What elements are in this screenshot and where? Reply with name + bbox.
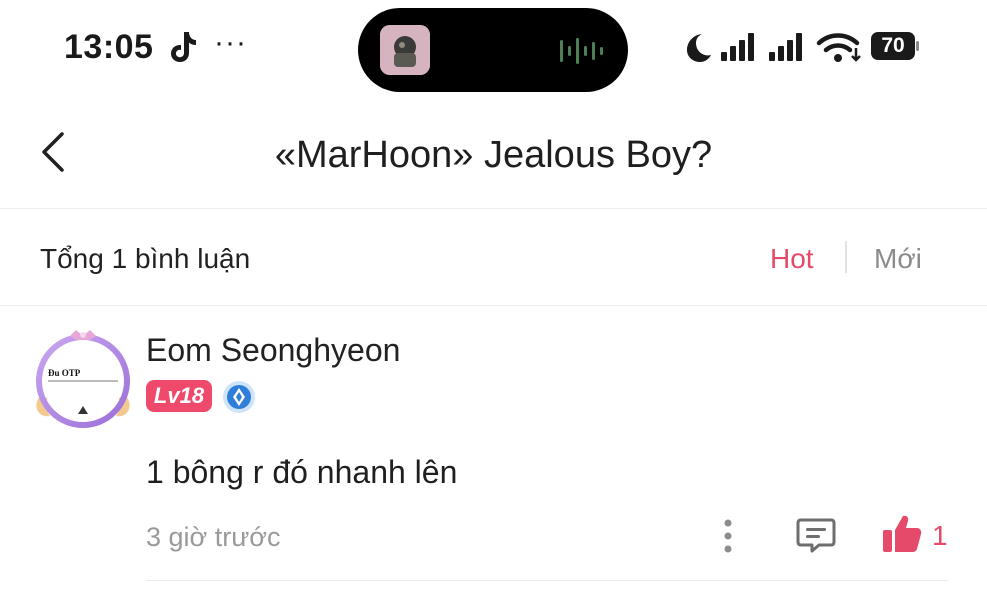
comment-divider bbox=[146, 580, 948, 581]
verified-badge-icon bbox=[223, 381, 255, 413]
audio-wave-icon bbox=[560, 38, 603, 64]
sort-hot-tab[interactable]: Hot bbox=[770, 243, 814, 275]
battery-level: 70 bbox=[881, 34, 905, 57]
wifi-icon bbox=[816, 33, 861, 62]
comment-text: 1 bông r đó nhanh lên bbox=[146, 454, 458, 490]
status-bar: 13:05 ··· 70 bbox=[0, 0, 987, 100]
status-time: 13:05 bbox=[64, 28, 154, 66]
page-header: «MarHoon» Jealous Boy? bbox=[0, 100, 987, 209]
comment-item: Đu OTP Eom Seonghyeon Lv18 1 bông r đó n… bbox=[0, 306, 987, 600]
sort-new-tab[interactable]: Mới bbox=[874, 243, 922, 275]
dynamic-island[interactable] bbox=[358, 8, 628, 92]
overflow-dots: ··· bbox=[214, 26, 247, 59]
reply-comment-icon[interactable] bbox=[795, 514, 837, 556]
comment-count: Tổng 1 bình luận bbox=[40, 243, 251, 274]
comment-username[interactable]: Eom Seonghyeon bbox=[146, 332, 400, 369]
status-icons: 70 bbox=[680, 26, 930, 70]
comment-summary-bar: Tổng 1 bình luận Hot Mới bbox=[0, 209, 987, 306]
now-playing-artwork bbox=[380, 25, 430, 75]
moon-icon bbox=[687, 34, 711, 62]
thumbs-up-icon[interactable] bbox=[880, 512, 924, 556]
comment-timestamp: 3 giờ trước bbox=[146, 522, 281, 552]
sort-divider bbox=[845, 241, 847, 273]
tiktok-icon bbox=[171, 32, 196, 62]
signal-icon bbox=[769, 33, 802, 61]
avatar-frame-text: Đu OTP bbox=[48, 368, 81, 378]
level-badge: Lv18 bbox=[146, 380, 212, 412]
avatar[interactable]: Đu OTP bbox=[30, 326, 136, 432]
like-count: 1 bbox=[932, 520, 948, 551]
page-title: «MarHoon» Jealous Boy? bbox=[274, 134, 713, 176]
comments-screen: 13:05 ··· 70 «MarHoon» Jealous Boy? Tổng… bbox=[0, 0, 987, 600]
signal-icon bbox=[721, 33, 754, 61]
more-vertical-icon[interactable] bbox=[716, 516, 740, 556]
